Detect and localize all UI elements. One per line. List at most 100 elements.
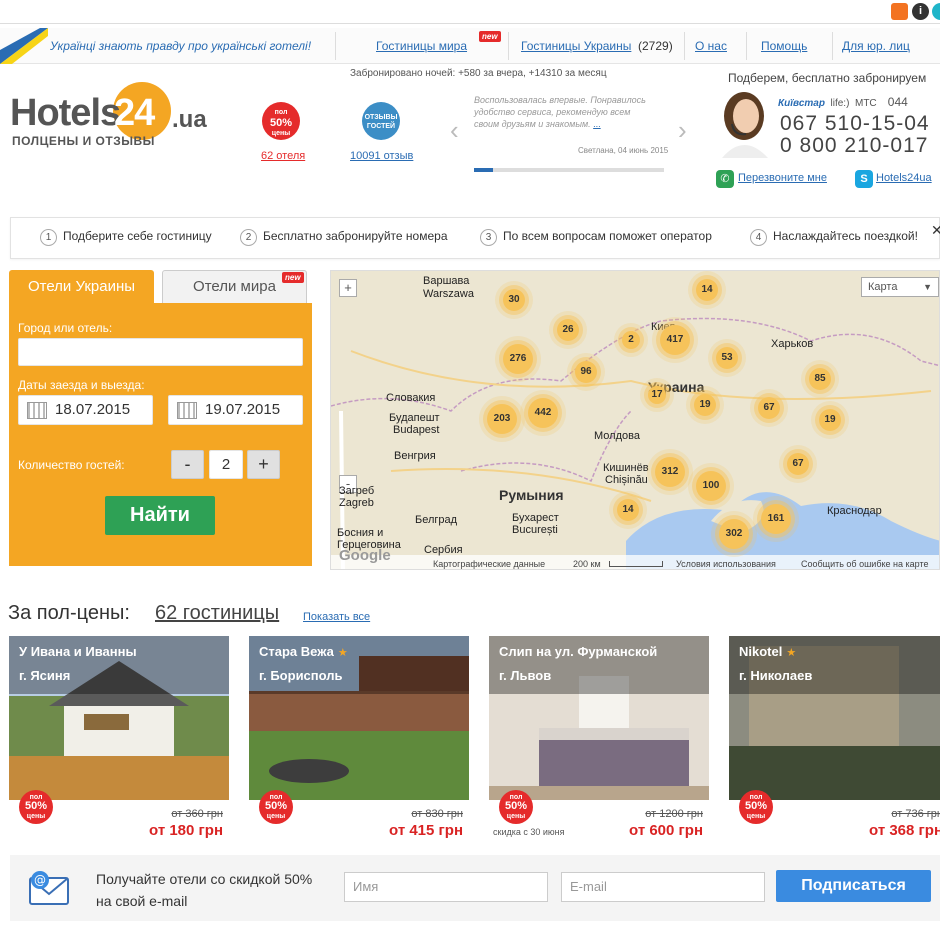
nav-about[interactable]: О нас <box>695 39 727 53</box>
hotel-city: г. Львов <box>499 668 552 683</box>
half-price-link[interactable]: 62 отеля <box>261 150 305 162</box>
nav-help[interactable]: Помощь <box>761 39 807 53</box>
operator-photo <box>722 92 768 158</box>
hotel-name[interactable]: У Ивана и Иванны <box>19 644 137 659</box>
map-cluster[interactable]: 67 <box>758 397 780 419</box>
hotel-name[interactable]: Слип на ул. Фурманской <box>499 644 657 659</box>
checkin-input[interactable]: 18.07.2015 <box>18 395 153 425</box>
map-cluster[interactable]: 96 <box>575 361 597 383</box>
map-city: Zagreb <box>339 497 374 509</box>
city-input[interactable] <box>18 338 303 366</box>
nav-separator <box>746 32 747 60</box>
rss-icon[interactable] <box>891 3 908 20</box>
svg-text:@: @ <box>34 873 46 887</box>
map-cluster[interactable]: 442 <box>528 398 558 428</box>
map-type-select[interactable]: Карта ▼ <box>861 277 939 297</box>
logo-brand[interactable]: Hotels <box>10 92 121 135</box>
subscribe-email-input[interactable]: E-mail <box>561 872 765 902</box>
reviews-link[interactable]: 10091 отзыв <box>350 150 413 162</box>
map-cluster[interactable]: 85 <box>809 368 831 390</box>
logo-number[interactable]: 24 <box>114 92 155 135</box>
subscribe-name-input[interactable]: Имя <box>344 872 548 902</box>
map-cluster[interactable]: 276 <box>503 344 533 374</box>
map-report-link[interactable]: Сообщить об ошибке на карте <box>801 559 928 569</box>
map-cluster[interactable]: 30 <box>503 289 525 311</box>
map-cluster[interactable]: 19 <box>819 409 841 431</box>
map-cluster[interactable]: 2 <box>622 331 640 349</box>
browser-toolbar: i <box>0 0 940 24</box>
testimonial-more-link[interactable]: ... <box>593 119 601 129</box>
info-icon[interactable]: i <box>912 3 929 20</box>
hotel-new-price: от 368 грн <box>869 822 940 839</box>
map-cluster[interactable]: 17 <box>648 386 666 404</box>
calendar-icon[interactable] <box>177 401 197 419</box>
step-4: 4 Наслаждайтесь поездкой! <box>750 229 918 246</box>
close-icon[interactable]: ✕ <box>931 222 940 239</box>
star-icon: ★ <box>337 647 348 659</box>
hotel-card[interactable]: У Ивана и Иванны г. Ясиня пол 50% цены от … <box>9 636 229 840</box>
chevron-right-icon[interactable]: › <box>678 115 687 146</box>
contact-heading: Подберем, бесплатно забронируем <box>728 71 927 85</box>
logo-tld[interactable]: .ua <box>172 106 207 134</box>
hotel-new-price: от 415 грн <box>389 822 463 839</box>
nav-legal[interactable]: Для юр. лиц <box>842 39 910 53</box>
map-cluster[interactable]: 14 <box>617 499 639 521</box>
map-zoom-in[interactable]: + <box>339 279 357 297</box>
hotel-card[interactable]: Nikotel ★ г. Николаев пол 50% цены от 736 г… <box>729 636 940 840</box>
phone-icon[interactable]: ✆ <box>716 170 734 188</box>
hotel-card[interactable]: Стара Вежа ★ г. Борисполь пол 50% цены от 8… <box>249 636 469 840</box>
guests-input[interactable]: 2 <box>209 450 243 479</box>
map-city: Белград <box>415 514 458 526</box>
map-cluster[interactable]: 100 <box>696 471 726 501</box>
map-city: Краснодар <box>827 505 882 517</box>
hotel-card[interactable]: Слип на ул. Фурманской г. Львов пол 50% це… <box>489 636 709 840</box>
checkout-input[interactable]: 19.07.2015 <box>168 395 303 425</box>
reviews-badge[interactable]: ОТЗЫВЫ ГОСТЕЙ <box>362 102 400 140</box>
map-cluster[interactable]: 417 <box>660 325 690 355</box>
map-cluster[interactable]: 19 <box>694 394 716 416</box>
nav-hotel-count: (2729) <box>638 39 673 53</box>
guests-increment-button[interactable]: + <box>247 450 280 479</box>
map-cluster[interactable]: 67 <box>787 453 809 475</box>
callback-link[interactable]: Перезвоните мне <box>738 172 827 184</box>
chevron-left-icon[interactable]: ‹ <box>450 115 459 146</box>
new-badge: new <box>282 272 304 283</box>
map-cluster[interactable]: 26 <box>557 319 579 341</box>
subscribe-button[interactable]: Подписаться <box>776 870 931 902</box>
hotel-name[interactable]: Стара Вежа ★ <box>259 644 348 659</box>
guests-decrement-button[interactable]: - <box>171 450 204 479</box>
email-icon: @ <box>29 871 69 905</box>
phone-free[interactable]: 0 800 210-017 <box>780 134 928 158</box>
step-3: 3 По всем вопросам поможет оператор <box>480 229 712 246</box>
map-cluster[interactable]: 14 <box>696 279 718 301</box>
hotel-name[interactable]: Nikotel ★ <box>739 644 796 659</box>
map-cluster[interactable]: 161 <box>761 504 791 534</box>
map-data-link[interactable]: Картографические данные <box>433 559 545 569</box>
map-scale: 200 км <box>573 559 601 569</box>
hotel-discount-note: скидка с 30 июня <box>493 827 565 837</box>
extension-icon[interactable] <box>932 3 940 20</box>
map-city: Молдова <box>594 430 640 442</box>
phone-mobile[interactable]: 067 510-15-04 <box>780 112 930 136</box>
map-cluster[interactable]: 53 <box>716 347 738 369</box>
map-terms-link[interactable]: Условия использования <box>676 559 776 569</box>
halfprice-count-link[interactable]: 62 гостиницы <box>155 602 279 625</box>
find-button[interactable]: Найти <box>105 496 215 535</box>
map-city: Сербия <box>424 544 463 556</box>
map-cluster[interactable]: 203 <box>487 404 517 434</box>
map-cluster[interactable]: 312 <box>655 457 685 487</box>
calendar-icon[interactable] <box>27 401 47 419</box>
hotel-new-price: от 600 грн <box>629 822 703 839</box>
booked-stats: Забронировано ночей: +580 за вчера, +143… <box>350 68 607 79</box>
nav-world-hotels[interactable]: Гостиницы мира <box>376 39 467 53</box>
new-badge: new <box>479 31 501 42</box>
map-cluster[interactable]: 302 <box>719 519 749 549</box>
nav-ukraine-hotels[interactable]: Гостиницы Украины <box>521 39 631 53</box>
halfprice-show-all[interactable]: Показать все <box>303 611 370 623</box>
tab-ukraine-hotels[interactable]: Отели Украины <box>9 270 154 304</box>
half-price-badge[interactable]: пол 50% цены <box>262 102 300 140</box>
map-city: Будапешт <box>389 412 440 424</box>
hotels-map[interactable]: + - Карта ▼ Украина Румыния Варшава Warsz… <box>330 270 940 570</box>
skype-link[interactable]: Hotels24ua <box>876 172 932 184</box>
skype-icon[interactable]: S <box>855 170 873 188</box>
